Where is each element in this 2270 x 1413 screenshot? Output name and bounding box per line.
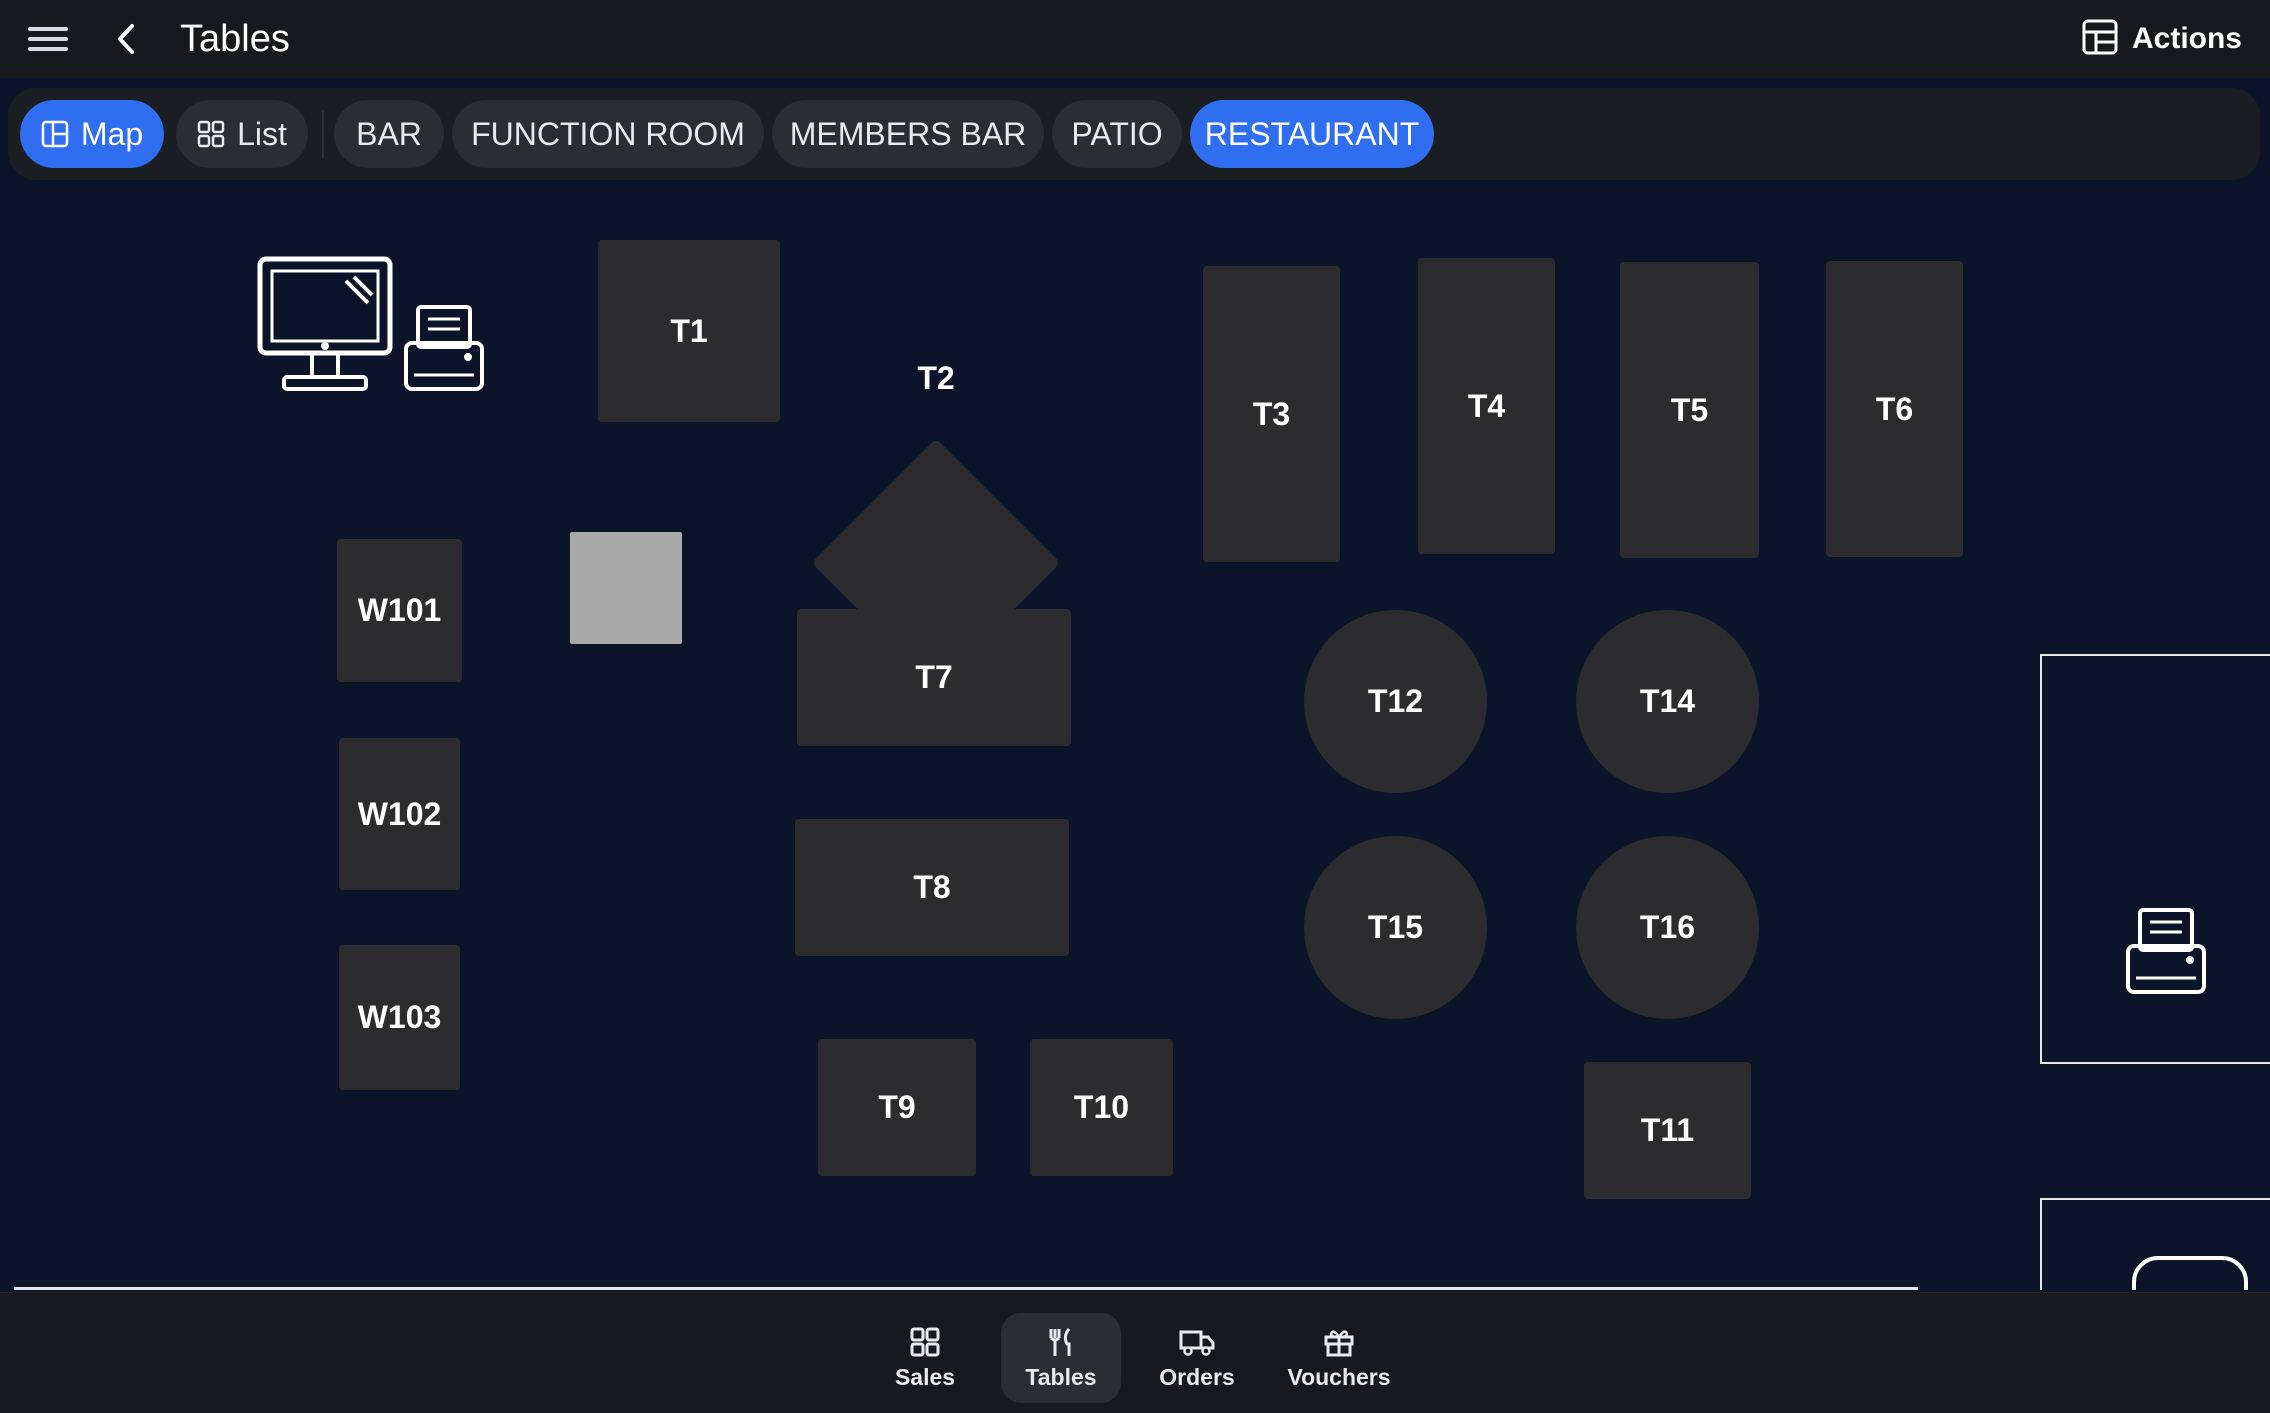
table-w103[interactable]: W103: [339, 945, 460, 1090]
nav-orders-label: Orders: [1159, 1363, 1235, 1390]
nav-sales-label: Sales: [894, 1363, 956, 1390]
actions-button[interactable]: Actions: [2082, 14, 2242, 64]
grid-icon: [197, 120, 225, 148]
map-view-label: Map: [80, 115, 144, 152]
map-layout-icon: [41, 120, 69, 148]
table-w102[interactable]: W102: [339, 738, 460, 890]
list-view-label: List: [237, 115, 287, 152]
nav-vouchers-label: Vouchers: [1287, 1363, 1391, 1390]
table-t3[interactable]: T3: [1203, 266, 1340, 562]
tab-map-view[interactable]: Map: [20, 100, 164, 168]
gift-icon: [1324, 1329, 1354, 1356]
area-tab-bar: Map List BAR FUNCTION ROOM MEMBERS BAR P…: [8, 88, 2260, 180]
grid-icon: [910, 1327, 940, 1356]
nav-vouchers[interactable]: Vouchers: [1279, 1313, 1399, 1403]
table-t4[interactable]: T4: [1418, 258, 1555, 554]
table-t1[interactable]: T1: [598, 240, 780, 422]
table-t7[interactable]: T7: [797, 609, 1071, 746]
map-bottom-boundary: [14, 1287, 1918, 1290]
actions-label: Actions: [2131, 22, 2242, 55]
tab-area-function-room[interactable]: FUNCTION ROOM: [452, 100, 764, 168]
table-t11[interactable]: T11: [1584, 1062, 1751, 1199]
table-t15[interactable]: T15: [1304, 836, 1487, 1019]
table-t14[interactable]: T14: [1576, 610, 1759, 793]
printer-icon: [402, 303, 486, 400]
computer-monitor-icon: [256, 255, 396, 400]
printer-station-box[interactable]: [2040, 654, 2270, 1064]
table-t9[interactable]: T9: [818, 1039, 976, 1176]
table-t8[interactable]: T8: [795, 819, 1069, 956]
tab-area-members-bar[interactable]: MEMBERS BAR: [772, 100, 1044, 168]
printer-icon: [2120, 906, 2212, 1003]
tab-area-patio[interactable]: PATIO: [1052, 100, 1182, 168]
tab-area-bar[interactable]: BAR: [334, 100, 444, 168]
tab-divider: [322, 110, 324, 158]
top-app-bar: Tables Actions: [0, 0, 2270, 78]
truck-icon: [1179, 1330, 1215, 1356]
table-t12[interactable]: T12: [1304, 610, 1487, 793]
tab-area-restaurant[interactable]: RESTAURANT: [1190, 100, 1434, 168]
hamburger-menu-icon[interactable]: [28, 22, 68, 58]
bottom-navigation: Sales Tables Orders Vouchers: [0, 1292, 2270, 1413]
table-t5[interactable]: T5: [1620, 262, 1759, 558]
chevron-left-icon[interactable]: [108, 18, 144, 60]
table-t16[interactable]: T16: [1576, 836, 1759, 1019]
page-title: Tables: [180, 18, 290, 60]
nav-tables-label: Tables: [1025, 1363, 1097, 1390]
grey-block-object[interactable]: [570, 532, 682, 644]
nav-orders[interactable]: Orders: [1137, 1313, 1257, 1403]
utensils-icon: [1049, 1327, 1071, 1356]
layout-icon: [2082, 19, 2118, 60]
table-t10[interactable]: T10: [1030, 1039, 1173, 1176]
register-icon: [2132, 1256, 2248, 1290]
table-t6[interactable]: T6: [1826, 261, 1963, 557]
tab-list-view[interactable]: List: [176, 100, 308, 168]
floor-map: T1 T2 T3 T4 T5 T6 W101 W102 W103 T7 T8 T…: [0, 185, 2270, 1290]
table-w101[interactable]: W101: [337, 539, 462, 682]
station-box-lower[interactable]: [2040, 1198, 2270, 1290]
nav-tables[interactable]: Tables: [1001, 1313, 1121, 1403]
nav-sales[interactable]: Sales: [865, 1313, 985, 1403]
